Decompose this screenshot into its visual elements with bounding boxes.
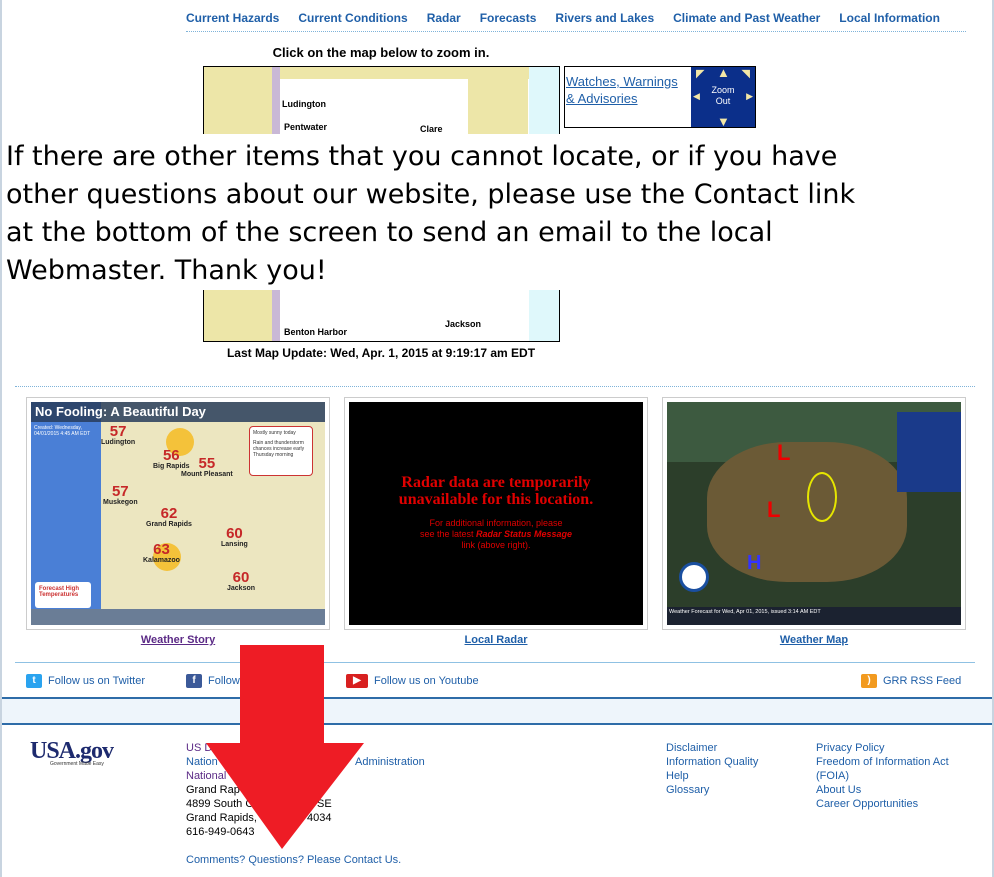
usa-gov-logo[interactable]: USA.gov Government Made Easy xyxy=(30,738,134,772)
story-legend: Forecast High Temperatures xyxy=(35,582,91,608)
map-side-panel: Watches, Warnings & Advisories ◤ ▲ ◥ ◀ ▶… xyxy=(564,66,756,128)
temp-city: Ludington xyxy=(101,439,136,446)
temp-city: Mount Pleasant xyxy=(181,471,233,478)
temp-value: 57 xyxy=(111,483,129,500)
forecast-temp: 60 Jackson xyxy=(227,570,255,592)
forecast-temp: 57 Muskegon xyxy=(103,484,138,506)
divider xyxy=(15,386,975,387)
temp-city: Jackson xyxy=(227,585,256,592)
nav-local-info[interactable]: Local Information xyxy=(839,11,940,25)
twitter-label: Follow us on Twitter xyxy=(48,675,146,687)
temp-value: 57 xyxy=(109,423,127,440)
city-pentwater: Pentwater xyxy=(284,122,328,132)
arrow-right-icon: ▶ xyxy=(746,91,753,101)
careers-link[interactable]: Career Opportunities xyxy=(816,798,918,810)
webmaster-message: If there are other items that you cannot… xyxy=(0,134,880,290)
temp-city: Muskegon xyxy=(103,499,138,506)
foia-link[interactable]: Freedom of Information Act (FOIA) xyxy=(816,756,949,782)
privacy-link[interactable]: Privacy Policy xyxy=(816,742,884,754)
arrow-ne-icon: ◥ xyxy=(741,68,750,80)
about-link[interactable]: About Us xyxy=(816,784,861,796)
forecast-temp: 63 Kalamazoo xyxy=(143,542,180,564)
arrow-up-icon: ▲ xyxy=(717,65,730,80)
forecast-temp: 62 Grand Rapids xyxy=(146,506,192,528)
temp-city: Grand Rapids xyxy=(146,521,192,528)
story-title: No Fooling: A Beautiful Day xyxy=(31,402,325,422)
rss-label: GRR RSS Feed xyxy=(883,675,962,687)
nav-climate[interactable]: Climate and Past Weather xyxy=(673,11,820,25)
temp-value: 62 xyxy=(160,505,178,522)
top-nav: Current Hazards Current Conditions Radar… xyxy=(186,11,940,25)
rss-icon: ) xyxy=(861,674,877,688)
youtube-label: Follow us on Youtube xyxy=(374,675,479,687)
forecast-temp: 57 Ludington xyxy=(101,424,135,446)
arrow-down-icon: ▼ xyxy=(717,114,730,129)
map-instruction: Click on the map below to zoom in. xyxy=(272,45,490,60)
last-map-update: Last Map Update: Wed, Apr. 1, 2015 at 9:… xyxy=(226,346,536,360)
contact-link[interactable]: Comments? Questions? Please Contact Us. xyxy=(186,854,401,866)
facebook-icon: f xyxy=(186,674,202,688)
nav-rivers-lakes[interactable]: Rivers and Lakes xyxy=(555,11,654,25)
low-pressure-icon: L xyxy=(777,440,791,465)
noaa-logo xyxy=(679,562,709,592)
city-benton-harbor: Benton Harbor xyxy=(284,327,347,337)
twitter-link[interactable]: t Follow us on Twitter xyxy=(26,674,145,688)
watches-warnings-link[interactable]: Watches, Warnings & Advisories xyxy=(565,67,691,127)
weather-map-panel[interactable]: L L H Weather Forecast for Wed, Apr 01, … xyxy=(662,397,966,630)
zoom-out-button[interactable]: ◤ ▲ ◥ ◀ ▶ ▼ Zoom Out xyxy=(691,65,755,129)
footer-col2: Disclaimer Information Quality Help Glos… xyxy=(666,741,758,797)
info-quality-link[interactable]: Information Quality xyxy=(666,756,758,768)
divider xyxy=(15,662,975,663)
story-note: Mostly sunny today xyxy=(253,430,296,436)
forecast-temp: 60 Lansing xyxy=(221,526,248,548)
disclaimer-link[interactable]: Disclaimer xyxy=(666,742,717,754)
local-radar-link[interactable]: Local Radar xyxy=(344,634,648,646)
temp-value: 60 xyxy=(232,569,250,586)
radar-headline: Radar data are temporarily unavailable f… xyxy=(398,474,594,508)
radar-line: see the latest xyxy=(419,529,476,539)
weather-map-caption: Weather Forecast for Wed, Apr 01, 2015, … xyxy=(667,607,961,625)
temp-city: Kalamazoo xyxy=(143,557,180,564)
city-jackson: Jackson xyxy=(445,319,482,329)
temp-value: 63 xyxy=(153,541,170,558)
help-link[interactable]: Help xyxy=(666,770,689,782)
forecast-temp: 55 Mount Pleasant xyxy=(181,456,233,478)
temp-city: Lansing xyxy=(221,541,248,548)
twitter-icon: t xyxy=(26,674,42,688)
arrow-left-icon: ◀ xyxy=(693,91,700,101)
radar-line: link (above right). xyxy=(461,540,531,550)
local-radar-panel[interactable]: Radar data are temporarily unavailable f… xyxy=(344,397,648,630)
high-pressure-icon: H xyxy=(747,552,762,574)
arrow-nw-icon: ◤ xyxy=(696,68,705,80)
story-note: Rain and thunderstorm chances increase e… xyxy=(253,440,305,458)
weather-map-link[interactable]: Weather Map xyxy=(662,634,966,646)
temp-value: 60 xyxy=(226,525,243,542)
footer-band xyxy=(0,697,994,725)
low-pressure-icon: L xyxy=(767,497,781,522)
nav-current-hazards[interactable]: Current Hazards xyxy=(186,11,279,25)
nav-forecasts[interactable]: Forecasts xyxy=(480,11,537,25)
story-created: Created: Wednesday, 04/01/2015 4:45 AM E… xyxy=(34,425,91,437)
divider xyxy=(186,31,966,32)
temp-value: 55 xyxy=(198,455,216,472)
weather-story-panel[interactable]: No Fooling: A Beautiful Day Created: Wed… xyxy=(26,397,330,630)
glossary-link[interactable]: Glossary xyxy=(666,784,709,796)
footer-col3: Privacy Policy Freedom of Information Ac… xyxy=(816,741,956,811)
rss-link[interactable]: ) GRR RSS Feed xyxy=(861,674,961,688)
nav-radar[interactable]: Radar xyxy=(427,11,461,25)
city-ludington: Ludington xyxy=(282,99,326,109)
radar-line: For additional information, please xyxy=(429,518,563,528)
nav-current-conditions[interactable]: Current Conditions xyxy=(298,11,407,25)
city-clare: Clare xyxy=(420,124,443,134)
radar-status-message: Radar Status Message xyxy=(476,529,573,539)
zoom-out-label: Zoom Out xyxy=(711,85,735,106)
red-arrow-annotation xyxy=(206,645,364,849)
